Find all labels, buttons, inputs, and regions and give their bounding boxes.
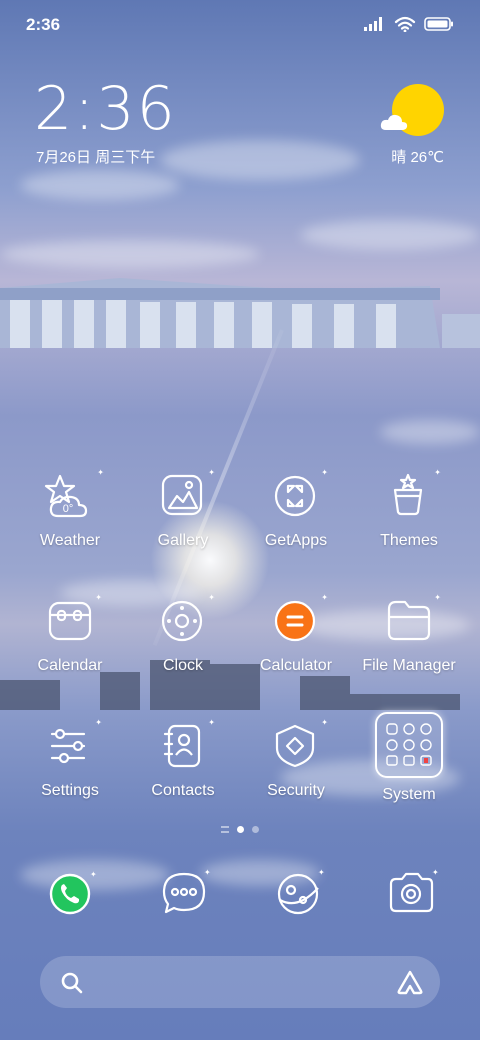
search-icon — [61, 972, 83, 994]
dock-messages[interactable]: ✦ — [158, 866, 228, 926]
app-label: Calculator — [259, 657, 333, 674]
app-settings[interactable]: ✦ Settings — [15, 718, 125, 800]
home-screen: 2:36 2:36 7月26日 周三下午 晴 26℃ 0° ✦ Weather — [0, 0, 480, 1040]
gallery-icon: ✦ — [159, 468, 215, 520]
system-folder-icon — [375, 712, 443, 778]
themes-icon: ✦ — [385, 468, 441, 520]
app-label: Gallery — [157, 532, 209, 549]
clock-icon: ✦ — [159, 593, 215, 645]
app-calendar[interactable]: ✦ Calendar — [15, 593, 125, 675]
dock-camera[interactable]: ✦ — [386, 866, 456, 926]
app-label: System — [382, 786, 436, 803]
wifi-icon — [394, 16, 416, 37]
app-gallery[interactable]: ✦ Gallery — [128, 468, 238, 550]
app-file-manager[interactable]: ✦ File Manager — [354, 593, 464, 675]
search-bar[interactable] — [40, 956, 440, 1008]
messages-icon — [162, 872, 206, 914]
weather-label: 晴 26℃ — [391, 149, 444, 166]
getapps-icon: ✦ — [272, 468, 328, 520]
file-manager-icon: ✦ — [385, 593, 441, 645]
widget-time: 2:36 — [34, 74, 177, 144]
weather-badge: 0° — [63, 503, 74, 515]
app-calculator[interactable]: ✦ Calculator — [241, 593, 351, 675]
assistant-icon[interactable] — [396, 969, 424, 995]
page-dot-1 — [237, 826, 244, 833]
app-label: Contacts — [151, 782, 215, 799]
app-themes[interactable]: ✦ Themes — [354, 468, 464, 550]
contacts-icon: ✦ — [159, 718, 215, 770]
camera-icon — [389, 872, 434, 913]
browser-icon — [277, 873, 319, 915]
app-label: GetApps — [264, 532, 328, 549]
building-silhouette — [0, 278, 480, 348]
feed-indicator — [221, 826, 229, 833]
app-clock[interactable]: ✦ Clock — [128, 593, 238, 675]
signal-icon — [364, 17, 386, 36]
battery-icon — [424, 17, 454, 36]
app-label: Security — [267, 782, 325, 799]
widget-date: 7月26日 周三下午 — [36, 149, 156, 166]
app-label: File Manager — [362, 657, 456, 674]
app-label: Calendar — [37, 657, 103, 674]
page-indicator — [0, 826, 480, 833]
app-label: Weather — [39, 532, 101, 549]
app-label: Clock — [162, 657, 203, 674]
weather-icon: 0° ✦ — [44, 468, 104, 520]
app-getapps[interactable]: ✦ GetApps — [241, 468, 351, 550]
folder-system[interactable]: System — [354, 712, 464, 804]
page-dot-2 — [252, 826, 259, 833]
status-bar: 2:36 — [0, 0, 480, 50]
phone-icon — [49, 873, 91, 915]
cloud-icon — [380, 114, 408, 130]
app-security[interactable]: ✦ Security — [241, 718, 351, 800]
calculator-icon: ✦ — [272, 593, 328, 645]
status-time: 2:36 — [26, 15, 61, 34]
security-icon: ✦ — [272, 718, 328, 770]
weather-widget[interactable]: 晴 26℃ — [354, 80, 454, 170]
app-label: Settings — [41, 782, 99, 799]
settings-icon: ✦ — [46, 718, 102, 770]
app-label: Themes — [380, 532, 438, 549]
app-contacts[interactable]: ✦ Contacts — [128, 718, 238, 800]
dock-phone[interactable]: ✦ — [40, 866, 110, 926]
calendar-icon: ✦ — [46, 593, 102, 645]
dock-browser[interactable]: ✦ — [272, 866, 342, 926]
app-weather[interactable]: 0° ✦ Weather — [15, 468, 125, 550]
